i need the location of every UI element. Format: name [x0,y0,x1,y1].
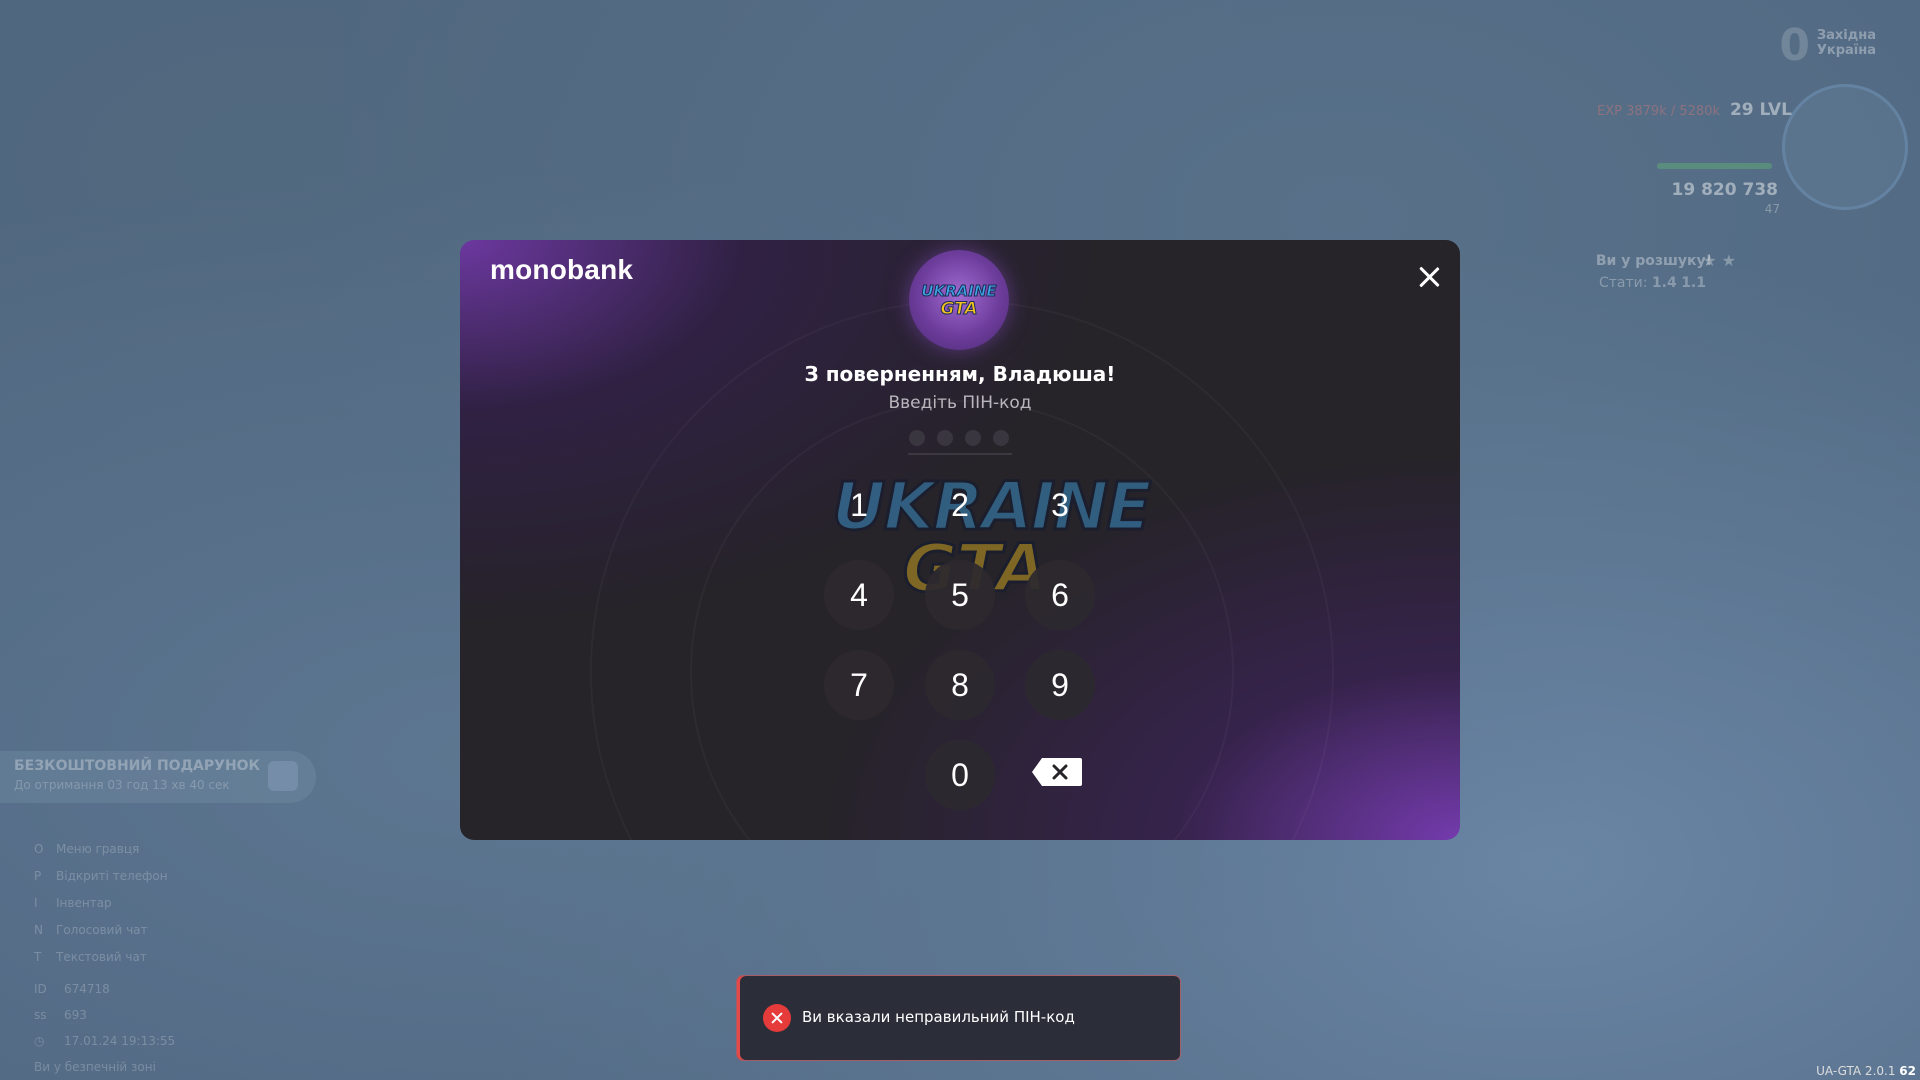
key-1[interactable]: 1 [824,470,894,540]
hotkey-item: I Інвентар [34,896,112,910]
avatar-logo-line-2: GTA [940,299,978,320]
wanted-label: Ви у розшуку! [1595,253,1712,269]
wanted-stars-icon: ★ ★ [1702,251,1736,270]
brand-logo: monobank [490,254,634,285]
stat-1: 1.4 [1651,275,1677,291]
pin-dot [937,430,953,446]
error-message: Ви вказали неправильний ПІН-код [802,1008,1075,1026]
pin-underline [908,453,1012,455]
version-label: UA-GTA 2.0.1 62 [1816,1064,1916,1078]
exp-counter: EXP 3879k / 5280k [1597,104,1720,119]
hotkey-item: O Меню гравця [34,842,140,856]
error-icon [763,1004,791,1032]
gift-icon [268,761,298,791]
stats-label: Стати: [1598,275,1648,291]
player-id: ID 674718 [34,982,110,996]
region-line-2: Україна [1816,43,1876,58]
region-emblem: 0 [1779,20,1810,71]
stat-2: 1.1 [1681,275,1706,291]
backspace-icon[interactable] [1030,756,1084,788]
key-3[interactable]: 3 [1025,470,1095,540]
hotkey-menu: O Меню гравця P Відкриті телефон I Інвентар… [34,836,168,971]
key-8[interactable]: 8 [925,650,995,720]
hotkey-item: N Голосовий чат [34,923,148,937]
minimap [1782,84,1908,210]
pin-dot [993,430,1009,446]
key-0[interactable]: 0 [925,740,995,810]
key-2[interactable]: 2 [925,470,995,540]
region-line-1: Західна [1816,28,1876,43]
stats-row: Стати: 1.4 1.1 [1599,275,1706,291]
key-9[interactable]: 9 [1025,650,1095,720]
safe-zone-label: Ви у безпечній зоні [34,1060,156,1074]
money-sub-value: 47 [1764,202,1780,216]
pin-hint: Введіть ПІН-код [888,393,1032,413]
money-value: 19 820 738 [1671,180,1778,200]
hud-right: 0 Західна Україна EXP 3879k / 5280k 29 L… [1520,0,1920,300]
gift-title: БЕЗКОШТОВНИЙ ПОДАРУНОК [14,758,261,774]
close-button[interactable] [1414,262,1444,292]
welcome-title: З поверненням, Владюша! [804,362,1116,386]
hotkey-item: T Текстовий чат [34,950,147,964]
level-label: 29 LVL [1729,100,1792,120]
free-gift-banner[interactable]: БЕЗКОШТОВНИЙ ПОДАРУНОК До отримання 03 г… [0,751,316,803]
player-info: ID 674718 ss 693 ◷ 17.01.24 19:13:55 Ви у б… [34,976,175,1080]
pin-indicator [908,428,1012,448]
gift-timer: До отримання 03 год 13 хв 40 сек [14,778,230,792]
key-7[interactable]: 7 [824,650,894,720]
key-4[interactable]: 4 [824,560,894,630]
hotkey-item: P Відкриті телефон [34,869,168,883]
key-6[interactable]: 6 [1025,560,1095,630]
user-avatar: UKRAINE GTA [909,250,1009,350]
pin-dot [909,430,925,446]
region-label: Західна Україна [1817,28,1876,58]
pin-dot [965,430,981,446]
health-bar [1657,163,1772,169]
monobank-pin-dialog: monobank UKRAINE GTA З поверненням, Влад… [460,240,1460,840]
player-datetime: ◷ 17.01.24 19:13:55 [34,1034,176,1048]
error-toast: Ви вказали неправильний ПІН-код [737,976,1180,1060]
key-5[interactable]: 5 [925,560,995,630]
player-ping: ss 693 [34,1008,87,1022]
avatar-logo-line-1: UKRAINE [921,282,997,301]
